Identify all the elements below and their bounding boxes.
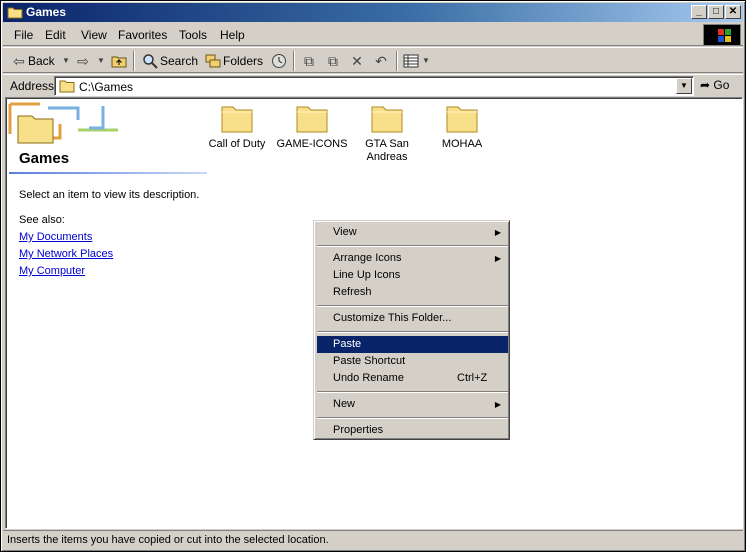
- menu-item-label: Undo Rename: [333, 372, 404, 384]
- toolbar-separator: [293, 51, 295, 71]
- menu-favorites[interactable]: Favorites: [118, 28, 167, 42]
- menu-item-label: New: [333, 398, 356, 410]
- search-button[interactable]: Search: [160, 51, 198, 71]
- address-value: C:\Games: [79, 80, 134, 94]
- menu-item-label: Refresh: [333, 286, 372, 298]
- address-bar: Address C:\Games ▼ ➦ Go: [3, 74, 743, 96]
- folder-icon: [371, 106, 403, 133]
- folder-label: GTA San Andreas: [365, 138, 409, 163]
- folder-banner-icon: [8, 102, 118, 144]
- folder-icon: [59, 79, 75, 96]
- back-button[interactable]: Back: [28, 51, 55, 71]
- go-arrow-icon: ➦: [700, 78, 711, 92]
- title-divider: [9, 172, 207, 174]
- link-my-network-places[interactable]: My Network Places: [19, 248, 113, 260]
- menu-separator: [317, 245, 508, 247]
- folder-label: Call of Duty: [208, 138, 266, 150]
- menu-item-customize[interactable]: Customize This Folder...: [317, 310, 508, 327]
- toolbar-separator: [133, 51, 135, 71]
- status-bar: Inserts the items you have copied or cut…: [3, 530, 743, 549]
- folders-button[interactable]: Folders: [223, 51, 263, 71]
- minimize-button[interactable]: _: [691, 5, 707, 19]
- menu-bar: File Edit View Favorites Tools Help: [3, 24, 743, 46]
- menu-item-label: Arrange Icons: [333, 252, 402, 264]
- address-label: Address: [10, 79, 55, 93]
- window-title: Games: [26, 5, 67, 19]
- menu-item-line-up-icons[interactable]: Line Up Icons: [317, 267, 508, 284]
- link-my-computer[interactable]: My Computer: [19, 265, 85, 277]
- menu-item-label: Paste: [333, 338, 362, 350]
- views-dropdown-icon[interactable]: ▼: [418, 53, 434, 69]
- folder-icon: [221, 106, 253, 133]
- views-icon[interactable]: [403, 53, 419, 69]
- menu-item-label: Line Up Icons: [333, 269, 401, 281]
- menu-separator: [317, 305, 508, 307]
- forward-arrow-icon[interactable]: ⇨: [75, 53, 91, 69]
- folder-icon: [296, 106, 328, 133]
- menu-item-label: Paste Shortcut: [333, 355, 406, 367]
- menu-tools[interactable]: Tools: [179, 28, 207, 42]
- see-also-label: See also:: [19, 214, 65, 226]
- folders-icon[interactable]: [205, 53, 221, 69]
- toolbar: ⇦ Back ▼ ⇨ ▼ Search Folders ⧉ ⧉ ✕ ↶ ▼: [3, 47, 743, 73]
- forward-dropdown-icon[interactable]: ▼: [93, 53, 109, 69]
- menu-item-label: View: [333, 226, 357, 238]
- menu-help[interactable]: Help: [220, 28, 245, 42]
- description-text: Select an item to view its description.: [19, 189, 200, 201]
- menu-separator: [317, 417, 508, 419]
- move-to-icon[interactable]: ⧉: [301, 53, 317, 69]
- menu-file[interactable]: File: [14, 28, 33, 42]
- folder-item[interactable]: GAME-ICONS: [272, 102, 352, 151]
- submenu-arrow-icon: ▶: [494, 254, 501, 263]
- back-dropdown-icon[interactable]: ▼: [58, 53, 74, 69]
- submenu-arrow-icon: ▶: [494, 228, 501, 237]
- folder-item[interactable]: MOHAA: [422, 102, 502, 151]
- folder-label: GAME-ICONS: [276, 138, 348, 150]
- folder-label: MOHAA: [441, 138, 483, 150]
- search-icon[interactable]: [142, 53, 158, 69]
- status-text: Inserts the items you have copied or cut…: [7, 534, 329, 546]
- close-button[interactable]: ✕: [725, 5, 741, 19]
- menu-item-paste-shortcut[interactable]: Paste Shortcut: [317, 353, 508, 370]
- menu-edit[interactable]: Edit: [45, 28, 66, 42]
- folder-icon: [7, 5, 23, 19]
- delete-icon[interactable]: ✕: [349, 53, 365, 69]
- undo-icon[interactable]: ↶: [373, 53, 389, 69]
- windows-logo-icon: [703, 24, 741, 46]
- folder-title: Games: [19, 150, 70, 167]
- address-dropdown-button[interactable]: ▼: [676, 78, 692, 94]
- menu-separator: [317, 331, 508, 333]
- folder-item[interactable]: GTA San Andreas: [347, 102, 427, 164]
- maximize-button[interactable]: □: [708, 5, 724, 19]
- menu-separator: [317, 391, 508, 393]
- folder-item[interactable]: Call of Duty: [197, 102, 277, 151]
- back-arrow-icon[interactable]: ⇦: [11, 53, 27, 69]
- menu-item-view[interactable]: View ▶: [317, 224, 508, 241]
- menu-item-label: Properties: [333, 424, 384, 436]
- link-my-documents[interactable]: My Documents: [19, 231, 92, 243]
- address-input[interactable]: C:\Games ▼: [54, 76, 694, 96]
- toolbar-separator: [396, 51, 398, 71]
- menu-item-properties[interactable]: Properties: [317, 422, 508, 439]
- go-label: Go: [713, 78, 730, 92]
- copy-to-icon[interactable]: ⧉: [325, 53, 341, 69]
- menu-item-arrange-icons[interactable]: Arrange Icons ▶: [317, 250, 508, 267]
- folder-icon: [446, 106, 478, 133]
- menu-item-undo-rename[interactable]: Undo Rename Ctrl+Z: [317, 370, 508, 387]
- menu-item-refresh[interactable]: Refresh: [317, 284, 508, 301]
- keyboard-shortcut: Ctrl+Z: [457, 372, 488, 384]
- history-icon[interactable]: [271, 53, 287, 69]
- submenu-arrow-icon: ▶: [494, 400, 501, 409]
- context-menu: View ▶ Arrange Icons ▶ Line Up Icons Ref…: [313, 220, 510, 440]
- web-view-pane: Games Select an item to view its descrip…: [6, 98, 207, 528]
- menu-item-label: Customize This Folder...: [333, 312, 452, 324]
- explorer-window: Games _ □ ✕ File Edit View Favorites Too…: [0, 0, 746, 552]
- up-folder-icon[interactable]: [111, 53, 127, 69]
- go-button[interactable]: ➦ Go: [700, 78, 729, 92]
- title-bar[interactable]: Games _ □ ✕: [3, 3, 743, 22]
- menu-item-new[interactable]: New ▶: [317, 396, 508, 413]
- menu-view[interactable]: View: [81, 28, 107, 42]
- menu-item-paste[interactable]: Paste: [317, 336, 508, 353]
